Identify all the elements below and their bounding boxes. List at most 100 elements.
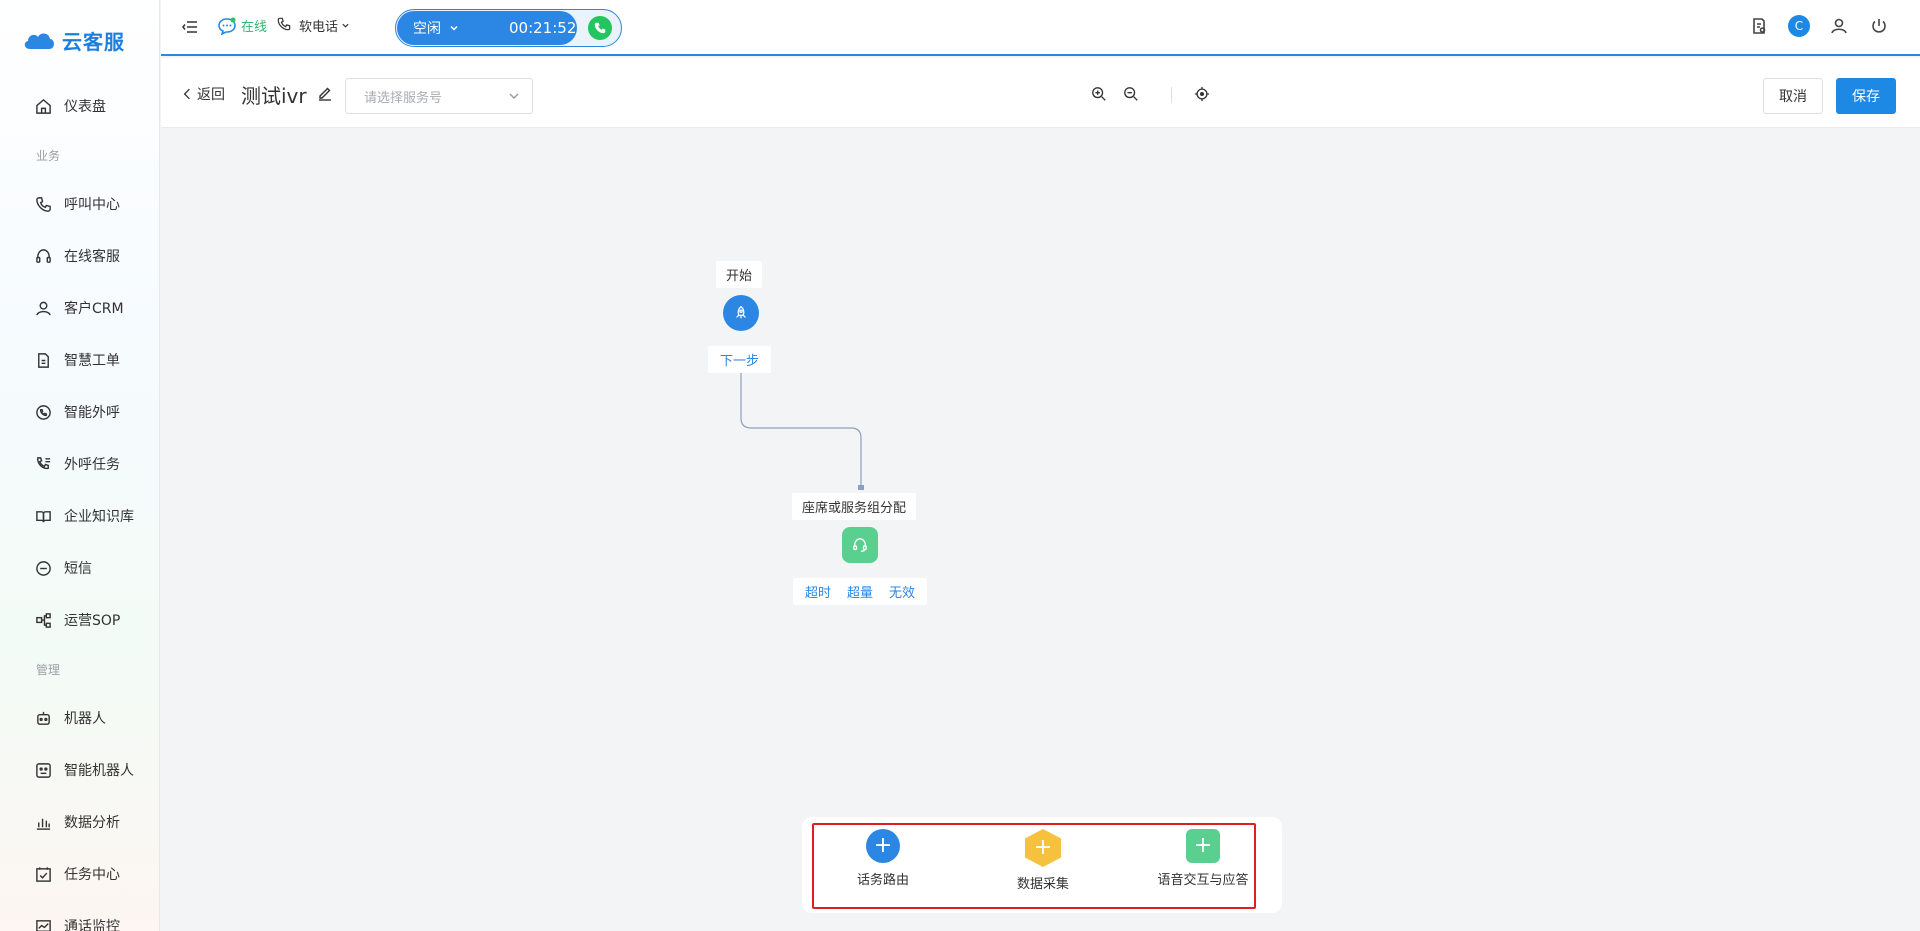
chat-phone-icon [34, 403, 52, 421]
palette-item-data-collection[interactable]: + 数据采集 [978, 829, 1108, 892]
status-text: 在线 [241, 20, 268, 35]
palette-item-voice-interaction[interactable]: + 语音交互与应答 [1138, 829, 1268, 888]
answer-call-button[interactable] [588, 16, 612, 40]
canvas-zoom-controls [1091, 86, 1226, 104]
palette-item-label: 语音交互与应答 [1157, 873, 1249, 888]
sidebar-item-label: 企业知识库 [64, 509, 134, 525]
assign-node-label: 座席或服务组分配 [792, 493, 917, 520]
headset-icon [853, 538, 867, 552]
sidebar-item-label: 呼叫中心 [64, 197, 120, 213]
home-icon [34, 97, 52, 115]
sidebar-item-robot[interactable]: 机器人 [0, 692, 159, 744]
service-number-placeholder: 请选择服务号 [364, 90, 443, 106]
sidebar: 云客服 仪表盘 业务 呼叫中心 在线客服 客户CRM 智慧工单 智能外呼 外呼任… [0, 0, 160, 931]
zoom-in-icon[interactable] [1091, 86, 1109, 104]
service-number-select[interactable]: 请选择服务号 [345, 78, 533, 114]
sidebar-item-label: 任务中心 [64, 867, 120, 883]
sidebar-item-label: 在线客服 [64, 249, 120, 265]
sidebar-item-label: 外呼任务 [64, 457, 120, 473]
phone-mode-label: 软电话 [299, 20, 339, 35]
call-status-widget: 空闲 00:21:52 [395, 9, 622, 47]
power-icon[interactable] [1868, 15, 1890, 37]
rocket-icon [736, 306, 746, 319]
back-label: 返回 [197, 87, 225, 103]
sidebar-item-label: 通话监控 [64, 919, 120, 931]
chat-status-icon [217, 17, 237, 35]
sidebar-item-sms[interactable]: 短信 [0, 542, 159, 594]
center-locate-icon[interactable] [1194, 86, 1212, 104]
task-icon [34, 865, 52, 883]
flow-connection [738, 363, 864, 490]
flow-title: 测试ivr [241, 84, 307, 108]
sidebar-item-sop[interactable]: 运营SOP [0, 594, 159, 646]
sidebar-item-label: 运营SOP [64, 613, 121, 629]
bar-chart-icon [34, 813, 52, 831]
sidebar-item-knowledge-base[interactable]: 企业知识库 [0, 490, 159, 542]
sidebar-item-smart-robot[interactable]: 智能机器人 [0, 744, 159, 796]
collapse-menu-icon[interactable] [181, 18, 199, 36]
call-timer: 00:21:52 [509, 19, 577, 37]
palette-item-call-routing[interactable]: + 话务路由 [818, 829, 948, 888]
palette-item-label: 数据采集 [1016, 877, 1069, 892]
call-state-bar: 空闲 00:21:52 [397, 11, 577, 45]
book-icon [34, 507, 52, 525]
phone-answer-icon [594, 22, 606, 34]
document-icon [34, 351, 52, 369]
plus-icon: + [1186, 829, 1220, 863]
phone-list-icon [34, 455, 52, 473]
start-next-step-link[interactable]: 下一步 [708, 346, 772, 373]
chevron-down-icon [341, 21, 350, 30]
exit-invalid-link[interactable]: 无效 [889, 582, 915, 601]
flow-icon [34, 611, 52, 629]
sidebar-item-tickets[interactable]: 智慧工单 [0, 334, 159, 386]
sidebar-item-smart-outbound[interactable]: 智能外呼 [0, 386, 159, 438]
phone-icon [277, 17, 291, 35]
sidebar-section-management: 管理 [36, 662, 61, 677]
sidebar-item-label: 数据分析 [64, 815, 120, 831]
sidebar-item-dashboard[interactable]: 仪表盘 [0, 80, 159, 132]
avatar[interactable]: C [1788, 15, 1810, 37]
sidebar-item-task-center[interactable]: 任务中心 [0, 848, 159, 900]
assign-agent-node[interactable] [842, 527, 878, 563]
exit-overload-link[interactable]: 超量 [847, 582, 873, 601]
sidebar-item-data-analysis[interactable]: 数据分析 [0, 796, 159, 848]
edit-title-icon[interactable] [317, 85, 333, 101]
sidebar-item-online-service[interactable]: 在线客服 [0, 230, 159, 282]
sidebar-item-crm[interactable]: 客户CRM [0, 282, 159, 334]
chevron-down-icon [508, 90, 520, 102]
cancel-button[interactable]: 取消 [1763, 78, 1823, 114]
sidebar-item-outbound-tasks[interactable]: 外呼任务 [0, 438, 159, 490]
cloud-logo-icon [22, 29, 56, 51]
sidebar-item-label: 短信 [64, 561, 92, 577]
robot-icon [34, 709, 52, 727]
palette-item-label: 话务路由 [856, 873, 909, 888]
call-state-dropdown[interactable]: 空闲 [413, 18, 459, 38]
chevron-left-icon [183, 88, 191, 100]
flow-canvas[interactable]: 开始 下一步 座席或服务组分配 超时 超量 无效 + 话务路由 + 数据采集 +… [161, 128, 1920, 931]
sidebar-item-label: 机器人 [64, 711, 106, 727]
toolbar-divider [1171, 87, 1172, 103]
agent-status[interactable]: 在线 软电话 [217, 16, 350, 35]
sidebar-item-label: 仪表盘 [64, 99, 106, 115]
back-button[interactable]: 返回 [183, 84, 225, 104]
phone-mode-dropdown[interactable]: 软电话 [277, 16, 350, 35]
sidebar-item-call-monitor[interactable]: 通话监控 [0, 900, 159, 931]
app-logo[interactable]: 云客服 [0, 0, 159, 80]
user-icon [34, 299, 52, 317]
sms-icon [34, 559, 52, 577]
header-actions: C [1748, 15, 1890, 37]
save-button[interactable]: 保存 [1836, 78, 1896, 114]
exit-timeout-link[interactable]: 超时 [805, 582, 831, 601]
user-profile-icon[interactable] [1828, 15, 1850, 37]
notes-icon[interactable] [1748, 15, 1770, 37]
start-node[interactable] [723, 295, 759, 331]
sidebar-item-label: 客户CRM [64, 301, 124, 317]
sidebar-item-label: 智慧工单 [64, 353, 120, 369]
flow-editor-toolbar: 返回 测试ivr 请选择服务号 取消 保存 [161, 58, 1920, 128]
sidebar-item-call-center[interactable]: 呼叫中心 [0, 178, 159, 230]
robot-face-icon [34, 761, 52, 779]
sidebar-section-business: 业务 [36, 148, 61, 163]
zoom-out-icon[interactable] [1123, 86, 1141, 104]
plus-icon: + [1025, 829, 1061, 867]
app-name: 云客服 [62, 29, 125, 54]
